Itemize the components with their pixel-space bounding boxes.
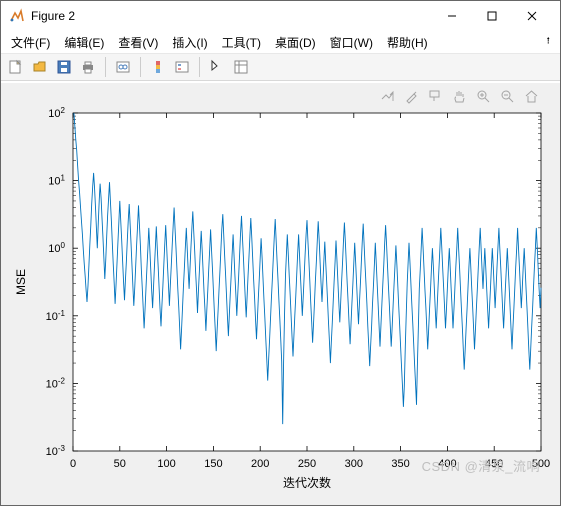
toolbar <box>1 53 560 81</box>
svg-text:102: 102 <box>48 106 65 121</box>
svg-text:10-1: 10-1 <box>46 308 66 323</box>
insert-legend-button[interactable] <box>171 56 193 78</box>
menu-insert[interactable]: 插入(I) <box>166 32 213 53</box>
menu-file[interactable]: 文件(F) <box>5 32 56 53</box>
dock-indicator-icon[interactable]: ⭫ <box>547 34 557 51</box>
menu-tools[interactable]: 工具(T) <box>216 32 267 53</box>
maximize-button[interactable] <box>472 1 512 31</box>
close-button[interactable] <box>512 1 552 31</box>
chart-svg: 10-3 10-2 10-1 100 101 102 0 50 100 150 200 250 300 3… <box>1 83 561 507</box>
svg-text:500: 500 <box>532 458 550 470</box>
save-button[interactable] <box>53 56 75 78</box>
svg-text:100: 100 <box>48 241 65 256</box>
svg-text:50: 50 <box>114 458 126 470</box>
minimize-button[interactable] <box>432 1 472 31</box>
open-button[interactable] <box>29 56 51 78</box>
svg-text:101: 101 <box>48 173 65 188</box>
svg-text:350: 350 <box>391 458 409 470</box>
svg-text:250: 250 <box>298 458 316 470</box>
menubar: 文件(F) 编辑(E) 查看(V) 插入(I) 工具(T) 桌面(D) 窗口(W… <box>1 31 560 53</box>
svg-text:200: 200 <box>251 458 269 470</box>
edit-plot-button[interactable] <box>206 56 228 78</box>
window-title: Figure 2 <box>31 9 432 23</box>
menu-help[interactable]: 帮助(H) <box>381 32 434 53</box>
matlab-icon <box>9 8 25 24</box>
plot-area: 10-3 10-2 10-1 100 101 102 0 50 100 150 200 250 300 3… <box>1 83 560 505</box>
insert-colorbar-button[interactable] <box>147 56 169 78</box>
svg-text:10-3: 10-3 <box>46 444 66 459</box>
svg-text:0: 0 <box>70 458 76 470</box>
svg-text:迭代次数: 迭代次数 <box>283 475 331 490</box>
property-inspector-button[interactable] <box>230 56 252 78</box>
new-figure-button[interactable] <box>5 56 27 78</box>
svg-text:450: 450 <box>485 458 503 470</box>
svg-text:150: 150 <box>204 458 222 470</box>
svg-text:400: 400 <box>438 458 456 470</box>
svg-text:MSE: MSE <box>14 269 28 295</box>
svg-text:100: 100 <box>157 458 175 470</box>
svg-text:300: 300 <box>345 458 363 470</box>
menu-desktop[interactable]: 桌面(D) <box>269 32 322 53</box>
menu-view[interactable]: 查看(V) <box>112 32 164 53</box>
menu-edit[interactable]: 编辑(E) <box>58 32 110 53</box>
menu-window[interactable]: 窗口(W) <box>324 32 379 53</box>
svg-text:10-2: 10-2 <box>46 376 66 391</box>
titlebar: Figure 2 <box>1 1 560 31</box>
print-button[interactable] <box>77 56 99 78</box>
link-plot-button[interactable] <box>112 56 134 78</box>
